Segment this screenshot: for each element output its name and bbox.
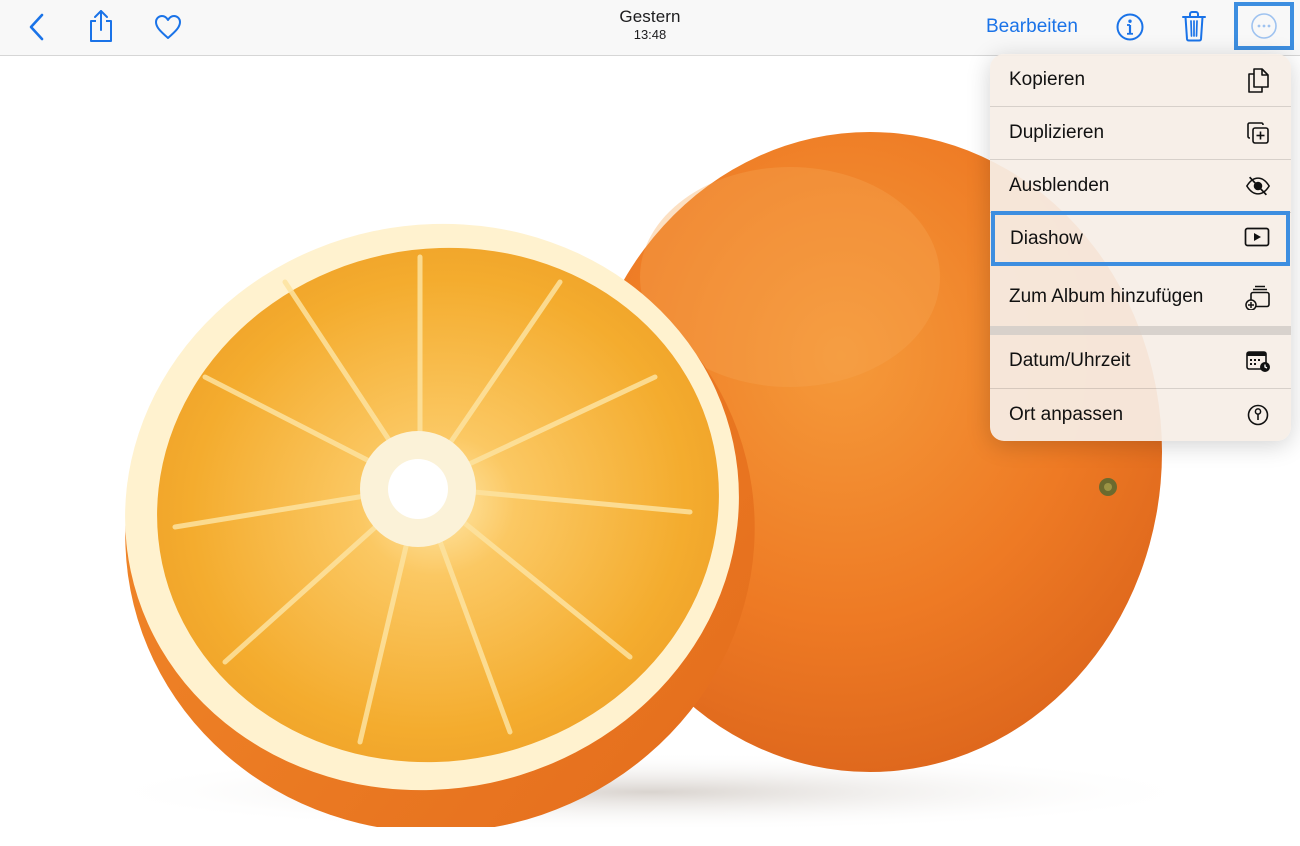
play-rectangle-icon bbox=[1244, 227, 1270, 247]
menu-item-add-to-album[interactable]: Zum Album hinzufügen bbox=[990, 268, 1291, 326]
trash-icon bbox=[1182, 11, 1206, 42]
ellipsis-circle-icon bbox=[1251, 13, 1277, 39]
chevron-left-icon bbox=[29, 13, 44, 41]
back-button[interactable] bbox=[20, 8, 54, 46]
menu-group-divider bbox=[990, 326, 1291, 335]
heart-icon bbox=[155, 15, 181, 39]
menu-item-label: Zum Album hinzufügen bbox=[1009, 286, 1204, 307]
menu-item-hide[interactable]: Ausblenden bbox=[990, 160, 1291, 212]
menu-item-label: Ort anpassen bbox=[1009, 404, 1124, 425]
menu-item-adjust-location[interactable]: Ort anpassen bbox=[990, 389, 1291, 441]
menu-item-label: Duplizieren bbox=[1009, 122, 1105, 143]
top-toolbar: Gestern 13:48 Bearbeiten bbox=[0, 0, 1300, 56]
menu-item-label: Diashow bbox=[1010, 228, 1083, 249]
menu-item-label: Ausblenden bbox=[1009, 175, 1110, 196]
edit-button[interactable]: Bearbeiten bbox=[986, 13, 1078, 41]
more-button[interactable] bbox=[1234, 2, 1294, 50]
delete-button[interactable] bbox=[1176, 6, 1212, 46]
info-button[interactable] bbox=[1112, 8, 1148, 46]
menu-item-slideshow[interactable]: Diashow bbox=[991, 211, 1290, 266]
menu-item-duplicate[interactable]: Duplizieren bbox=[990, 107, 1291, 159]
page-subtitle-time: 13:48 bbox=[633, 27, 667, 42]
location-info-icon bbox=[1247, 404, 1269, 426]
menu-item-date-time[interactable]: Datum/Uhrzeit bbox=[990, 335, 1291, 387]
more-actions-menu: Kopieren Duplizieren Ausblenden Diashow … bbox=[990, 54, 1291, 441]
copy-icon bbox=[1248, 68, 1269, 93]
info-icon bbox=[1116, 13, 1144, 41]
menu-item-label: Datum/Uhrzeit bbox=[1009, 350, 1131, 371]
menu-item-copy[interactable]: Kopieren bbox=[990, 54, 1291, 106]
photo-viewer-screen: Gestern 13:48 Bearbeiten Kopieren Dupliz… bbox=[0, 0, 1300, 846]
add-to-album-icon bbox=[1245, 285, 1270, 310]
favorite-button[interactable] bbox=[150, 8, 186, 46]
bottom-strip bbox=[0, 827, 1300, 846]
menu-item-label: Kopieren bbox=[1009, 69, 1086, 90]
share-button[interactable] bbox=[84, 6, 118, 46]
share-icon bbox=[90, 10, 112, 42]
calendar-clock-icon bbox=[1246, 351, 1270, 372]
duplicate-icon bbox=[1247, 122, 1269, 144]
eye-slash-icon bbox=[1245, 176, 1271, 196]
title-block: Gestern 13:48 bbox=[550, 7, 750, 43]
page-title: Gestern bbox=[619, 7, 681, 26]
